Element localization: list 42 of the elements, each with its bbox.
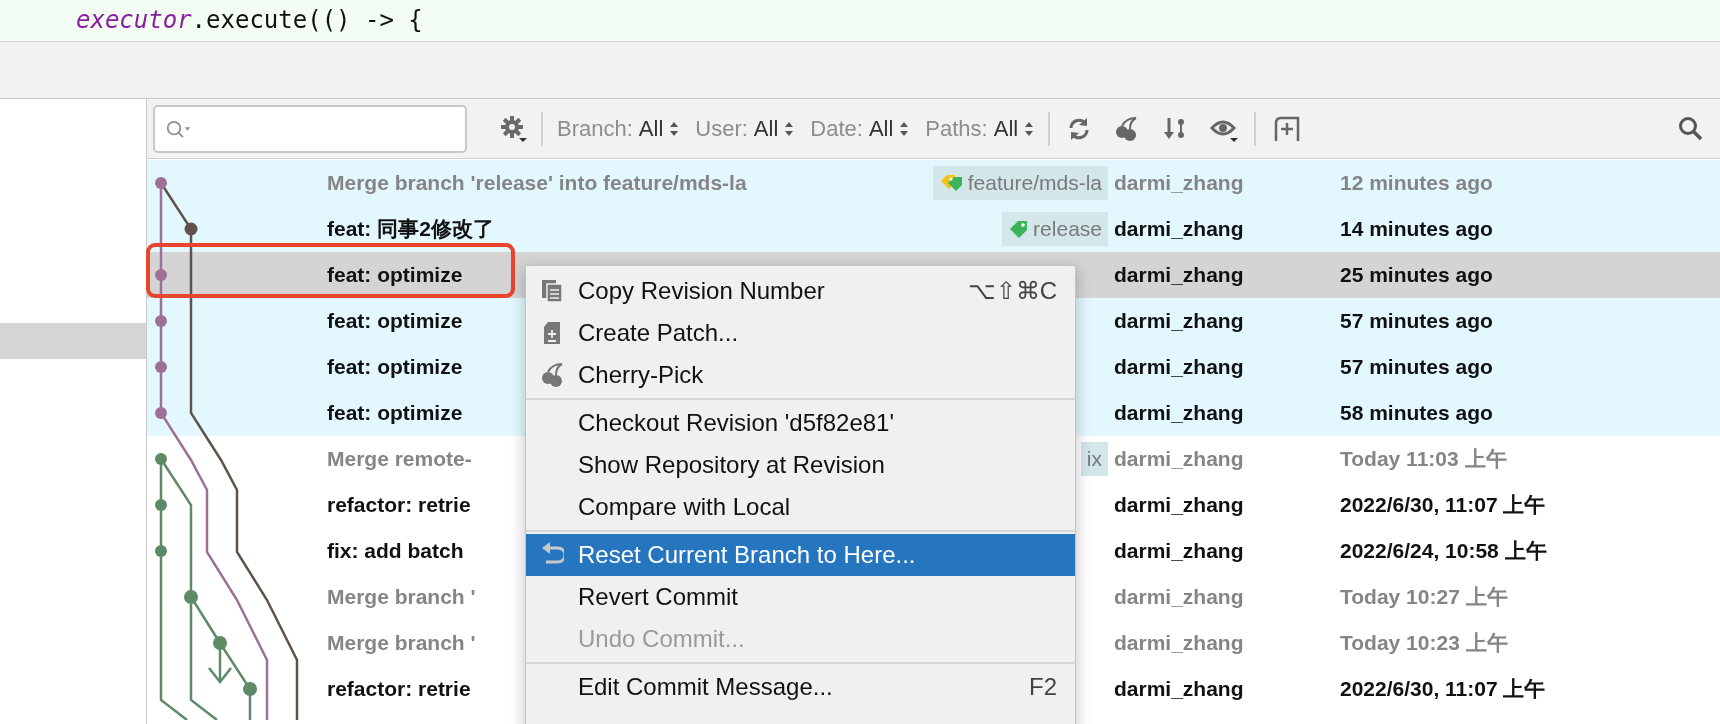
branch-tag: release — [1002, 212, 1108, 246]
commit-author: darmi_zhang — [1113, 401, 1245, 425]
commit-author: darmi_zhang — [1113, 585, 1245, 609]
commit-author: darmi_zhang — [1113, 217, 1245, 241]
commit-author: darmi_zhang — [1113, 171, 1245, 195]
commit-author: darmi_zhang — [1113, 447, 1245, 471]
commit-date: 2022/6/30, 11:07 上午 — [1340, 492, 1546, 518]
commit-subject: Merge branch ' — [327, 631, 476, 655]
shortcut-label: F2 — [1029, 673, 1057, 701]
commit-date: 57 minutes ago — [1340, 309, 1493, 333]
commit-subject: feat: optimize — [327, 263, 463, 287]
commit-subject: Merge branch 'release' into feature/mds-la — [327, 171, 747, 195]
commit-subject: Merge branch ' — [327, 585, 476, 609]
commit-date: 14 minutes ago — [1340, 217, 1493, 241]
code-line: executor.execute(() -> { — [76, 5, 423, 36]
commit-subject: feat: optimize — [327, 309, 463, 333]
commit-date: 58 minutes ago — [1340, 401, 1493, 425]
commit-subject: feat: optimize — [327, 355, 463, 379]
commit-date: Today 10:27 上午 — [1340, 584, 1508, 610]
commit-author: darmi_zhang — [1113, 263, 1245, 287]
branch-tag: ix — [1080, 442, 1108, 476]
commit-author: darmi_zhang — [1113, 539, 1245, 563]
commit-author: darmi_zhang — [1113, 493, 1245, 517]
branch-tag: feature/mds-la — [932, 166, 1108, 200]
commit-date: Today 10:23 上午 — [1340, 630, 1508, 656]
commit-subject: feat: optimize — [327, 401, 463, 425]
commit-author: darmi_zhang — [1113, 309, 1245, 333]
commit-author: darmi_zhang — [1113, 631, 1245, 655]
commit-subject: feat: 同事2修改了 — [327, 216, 494, 242]
commit-subject: refactor: retrie — [327, 493, 471, 517]
commit-author: darmi_zhang — [1113, 355, 1245, 379]
commit-date: Today 11:03 上午 — [1340, 446, 1507, 472]
commit-date: 25 minutes ago — [1340, 263, 1493, 287]
commit-subject: refactor: retrie — [327, 677, 471, 701]
commit-author: darmi_zhang — [1113, 677, 1245, 701]
shortcut-label: ⌥⇧⌘C — [967, 277, 1057, 305]
commit-subject: Merge remote- — [327, 447, 472, 471]
commit-subject: fix: add batch — [327, 539, 464, 563]
commit-date: 12 minutes ago — [1340, 171, 1493, 195]
commit-date: 57 minutes ago — [1340, 355, 1493, 379]
commit-date: 2022/6/30, 11:07 上午 — [1340, 676, 1546, 702]
commit-date: 2022/6/24, 10:58 上午 — [1340, 538, 1547, 564]
